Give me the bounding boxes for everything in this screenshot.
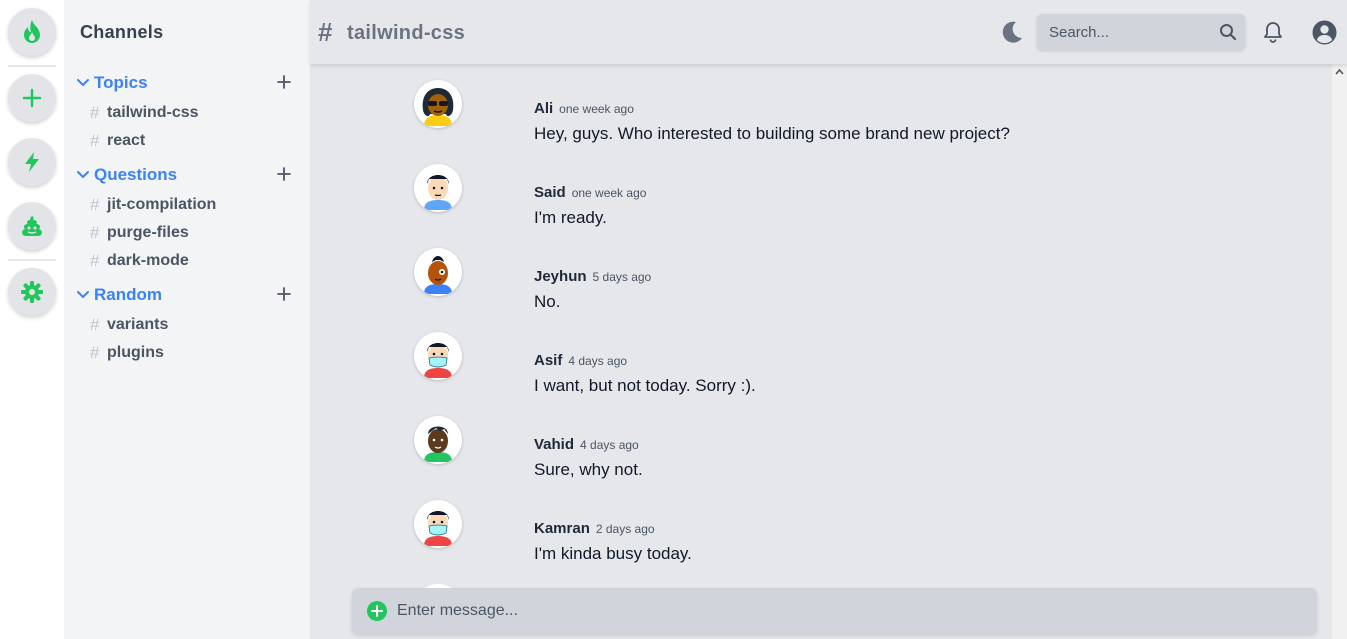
chevron-down-icon — [77, 171, 89, 179]
channel-name: variants — [107, 316, 169, 333]
avatar[interactable] — [414, 164, 462, 212]
message-item: Jeyhun 5 days ago No. — [414, 248, 1214, 311]
avatar[interactable] — [414, 500, 462, 548]
channel-purge-files[interactable]: # purge-files — [90, 221, 290, 245]
group-topics-toggle[interactable]: Topics — [76, 71, 300, 95]
settings-button[interactable] — [8, 268, 56, 316]
moon-icon[interactable] — [999, 19, 1025, 45]
message-item: Vahid 4 days ago Sure, why not. — [414, 416, 1214, 479]
scroll-up-arrow-icon[interactable] — [1332, 64, 1347, 80]
hash-icon: # — [90, 343, 100, 362]
message-item: Asif 4 days ago I want, but not today. So… — [414, 332, 1214, 395]
message-scrollbar[interactable] — [1332, 64, 1347, 639]
avatar[interactable] — [414, 248, 462, 296]
add-attachment-icon[interactable] — [367, 601, 387, 621]
channel-react[interactable]: # react — [90, 129, 290, 153]
message-author: Kamran 2 days ago — [534, 520, 655, 537]
author-name: Said — [534, 184, 566, 201]
message-timestamp: one week ago — [559, 102, 634, 116]
search-input[interactable] — [1037, 14, 1212, 50]
channel-name: jit-compilation — [107, 196, 217, 213]
message-timestamp: 2 days ago — [595, 522, 655, 536]
message-author: Jeyhun 5 days ago — [534, 268, 651, 285]
channel-name: purge-files — [107, 224, 189, 241]
author-name: Vahid — [534, 436, 575, 453]
hash-icon: # — [90, 223, 100, 242]
plus-icon — [22, 88, 42, 108]
rail-divider — [8, 65, 56, 67]
group-label: Topics — [94, 73, 148, 92]
message-text: I want, but not today. Sorry :). — [534, 376, 756, 395]
message-item: Ali one week ago Hey, guys. Who intereste… — [414, 80, 1214, 143]
bell-icon[interactable] — [1261, 20, 1285, 44]
channel-title: tailwind-css — [347, 22, 466, 44]
add-channel-icon[interactable] — [276, 286, 292, 302]
message-item: Kamran 2 days ago I'm kinda busy today. — [414, 500, 1214, 563]
channel-variants[interactable]: # variants — [90, 313, 290, 337]
group-label: Random — [94, 285, 162, 304]
hash-icon: # — [90, 251, 100, 270]
author-name: Asif — [534, 352, 563, 369]
message-composer — [352, 588, 1317, 634]
add-server-button[interactable] — [8, 74, 56, 122]
author-name: Ali — [534, 100, 554, 117]
hash-icon: # — [318, 17, 333, 47]
hash-icon: # — [90, 195, 100, 214]
message-timestamp: one week ago — [571, 186, 647, 200]
message-timestamp: 5 days ago — [592, 270, 652, 284]
avatar[interactable] — [414, 332, 462, 380]
bolt-icon — [25, 152, 39, 172]
channel-header: # tailwind-css — [310, 0, 1347, 64]
group-label: Questions — [94, 165, 178, 184]
message-timestamp: 4 days ago — [580, 438, 639, 452]
author-name: Jeyhun — [534, 268, 587, 285]
message-text: Hey, guys. Who interested to building so… — [534, 124, 1010, 143]
chevron-down-icon — [77, 291, 89, 299]
message-input[interactable] — [397, 588, 1297, 634]
channel-name: plugins — [107, 344, 164, 361]
search-box — [1037, 14, 1245, 50]
hash-icon: # — [90, 103, 100, 122]
message-text: No. — [534, 292, 561, 311]
channel-name: tailwind-css — [107, 104, 199, 121]
poo-server-button[interactable] — [8, 202, 56, 250]
add-channel-icon[interactable] — [276, 166, 292, 182]
channel-name: react — [107, 132, 146, 149]
message-timestamp: 4 days ago — [568, 354, 628, 368]
group-random-toggle[interactable]: Random — [76, 283, 300, 307]
hash-icon: # — [90, 315, 100, 334]
channel-jit-compilation[interactable]: # jit-compilation — [90, 193, 290, 217]
message-author: Vahid 4 days ago — [534, 436, 639, 453]
avatar[interactable] — [414, 80, 462, 128]
message-text: I'm kinda busy today. — [534, 544, 692, 563]
channel-dark-mode[interactable]: # dark-mode — [90, 249, 290, 273]
rail-divider — [8, 259, 56, 261]
channel-plugins[interactable]: # plugins — [90, 341, 290, 365]
message-text: Sure, why not. — [534, 460, 643, 479]
server-rail — [0, 0, 64, 639]
add-channel-icon[interactable] — [276, 74, 292, 90]
fire-icon — [24, 20, 40, 43]
user-account-icon[interactable] — [1312, 20, 1337, 45]
poo-icon — [22, 216, 42, 236]
channel-name: dark-mode — [107, 252, 189, 269]
message-author: Said one week ago — [534, 184, 646, 201]
chevron-down-icon — [77, 79, 89, 87]
bolt-server-button[interactable] — [8, 138, 56, 186]
channel-tailwind-css[interactable]: # tailwind-css — [90, 101, 290, 125]
author-name: Kamran — [534, 520, 590, 537]
message-author: Asif 4 days ago — [534, 352, 627, 369]
group-questions-toggle[interactable]: Questions — [76, 163, 300, 187]
sidebar-title: Channels — [80, 22, 164, 42]
message-item: Said one week ago I'm ready. — [414, 164, 1214, 227]
message-list: Ali one week ago Hey, guys. Who intereste… — [310, 64, 1332, 639]
channels-sidebar: Channels Topics # tailwind-css # react Q… — [64, 0, 310, 639]
message-author: Ali one week ago — [534, 100, 634, 117]
search-icon[interactable] — [1219, 23, 1237, 41]
home-button[interactable] — [8, 8, 56, 56]
gear-icon — [21, 281, 43, 303]
message-text: I'm ready. — [534, 208, 607, 227]
hash-icon: # — [90, 131, 100, 150]
avatar[interactable] — [414, 416, 462, 464]
